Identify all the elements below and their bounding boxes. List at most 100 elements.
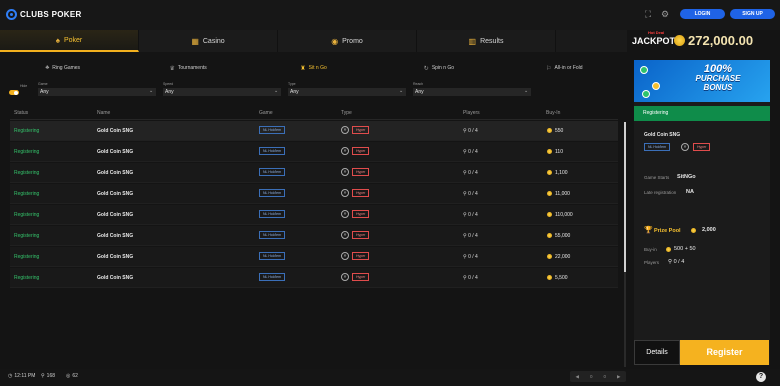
row-type-badge: Hyper xyxy=(352,231,370,239)
row-players-text: 0 / 4 xyxy=(468,212,478,218)
row-players-text: 0 / 4 xyxy=(468,275,478,281)
row-name: Gold Coin SNG xyxy=(97,149,134,155)
game-starts-value: SitNGo xyxy=(677,174,696,180)
tab-results[interactable]: ▥ Results xyxy=(417,30,556,52)
prize-pool-value: 2,000 xyxy=(702,227,716,233)
type-filter-label: Type xyxy=(288,82,296,86)
row-players: ⚲ 0 / 4 xyxy=(463,254,478,260)
table-icon: ◎ xyxy=(66,373,71,379)
clock-icon: ◷ xyxy=(8,373,13,379)
help-icon[interactable]: ? xyxy=(756,372,766,382)
table-row[interactable]: Registering Gold Coin SNG NL Hold'em » Hyper… xyxy=(10,142,618,162)
column-game[interactable]: Game xyxy=(259,110,273,116)
row-status: Registering xyxy=(14,128,40,134)
row-status: Registering xyxy=(14,212,40,218)
promo-icon: ◉ xyxy=(331,36,339,46)
game-type-nav: ♣ Ring Games ♛ Tournaments ♜ Sit n Go ↻ … xyxy=(0,60,627,76)
hyper-speed-icon: » xyxy=(341,189,349,197)
column-status[interactable]: Status xyxy=(14,110,28,116)
column-players[interactable]: Players xyxy=(463,110,480,116)
coin-icon xyxy=(547,149,552,154)
subtab-ring-games[interactable]: ♣ Ring Games xyxy=(0,60,125,76)
row-game-badge: NL Hold'em xyxy=(259,168,286,176)
row-status: Registering xyxy=(14,191,40,197)
trophy-icon: ♛ xyxy=(169,65,175,72)
next-page-icon[interactable]: ▶ xyxy=(617,374,620,380)
hyper-speed-icon: » xyxy=(341,252,349,260)
column-type[interactable]: Type xyxy=(341,110,352,116)
main-nav: ♠ Poker ▦ Casino ◉ Promo ▥ Results xyxy=(0,30,627,52)
late-registration-value: NA xyxy=(686,189,694,195)
login-button[interactable]: LOGIN xyxy=(680,9,725,19)
tables-status: ◎ 62 xyxy=(66,373,78,379)
type-filter-select[interactable]: Any xyxy=(288,88,406,96)
hyper-speed-icon: » xyxy=(681,143,689,151)
table-row[interactable]: Registering Gold Coin SNG NL Hold'em » Hyper… xyxy=(10,205,618,225)
table-row[interactable]: Registering Gold Coin SNG NL Hold'em » Hyper… xyxy=(10,268,618,288)
table-row[interactable]: Registering Gold Coin SNG NL Hold'em » Hyper… xyxy=(10,163,618,183)
tab-casino[interactable]: ▦ Casino xyxy=(139,30,278,52)
panel-status-bar: Registering xyxy=(634,106,770,121)
row-name: Gold Coin SNG xyxy=(97,254,134,260)
subtab-tournaments[interactable]: ♛ Tournaments xyxy=(125,60,250,76)
game-starts-label: Game Starts xyxy=(644,175,670,180)
signup-button[interactable]: SIGN UP xyxy=(730,9,775,19)
poker-icon: ♠ xyxy=(55,35,60,45)
coin-icon xyxy=(547,191,552,196)
purchase-bonus-banner[interactable]: 100% PURCHASE BONUS xyxy=(634,60,770,102)
chevron-down-icon: ⌄ xyxy=(399,88,404,94)
table-row[interactable]: Registering Gold Coin SNG NL Hold'em » Hyper… xyxy=(10,184,618,204)
row-buyin: 110 xyxy=(555,149,563,155)
table-scrollbar-thumb[interactable] xyxy=(624,122,626,272)
subtab-sit-n-go[interactable]: ♜ Sit n Go xyxy=(251,60,376,76)
speed-filter-select[interactable]: Any xyxy=(163,88,281,96)
subtab-all-in-or-fold[interactable]: ⚐ All-in or Fold xyxy=(502,60,627,76)
banner-text: 100% PURCHASE BONUS xyxy=(668,64,768,92)
row-players-text: 0 / 4 xyxy=(468,191,478,197)
table-row[interactable]: Registering Gold Coin SNG NL Hold'em » Hyper… xyxy=(10,247,618,267)
row-status: Registering xyxy=(14,275,40,281)
game-filter-select[interactable]: Any xyxy=(38,88,156,96)
column-buyin[interactable]: Buy-In xyxy=(546,110,560,116)
subtab-label: Tournaments xyxy=(177,65,207,71)
players-value: ⚲ 0 / 4 xyxy=(668,259,684,265)
reach-filter-select[interactable]: Any xyxy=(413,88,531,96)
chevron-down-icon: ⌄ xyxy=(149,88,154,94)
reach-filter-label: Reach xyxy=(413,82,424,86)
speed-filter-label: Speed xyxy=(163,82,174,86)
tab-promo[interactable]: ◉ Promo xyxy=(278,30,417,52)
clock-status: ◷ 12:11 PM xyxy=(8,373,35,379)
tournament-table: Status Name Game Type Players Buy-In Reg… xyxy=(10,106,618,292)
buyin-label: Buy-in xyxy=(644,247,657,252)
tab-poker[interactable]: ♠ Poker xyxy=(0,30,139,52)
row-players-text: 0 / 4 xyxy=(468,149,478,155)
prev-page-icon[interactable]: ◀ xyxy=(576,374,579,380)
column-name[interactable]: Name xyxy=(97,110,110,116)
fullscreen-icon[interactable]: ⛶ xyxy=(643,9,653,19)
row-status: Registering xyxy=(14,149,40,155)
coin-icon xyxy=(547,254,552,259)
settings-icon[interactable]: ⚙ xyxy=(660,9,670,19)
table-row[interactable]: Registering Gold Coin SNG NL Hold'em » Hyper… xyxy=(10,226,618,246)
results-icon: ▥ xyxy=(468,36,477,46)
tab-casino-label: Casino xyxy=(202,37,225,45)
row-game-badge: NL Hold'em xyxy=(259,231,286,239)
hide-toggle[interactable] xyxy=(9,90,19,95)
coin-icon xyxy=(547,128,552,133)
jackpot-label: JACKPOT xyxy=(632,36,676,46)
subtab-spin-n-go[interactable]: ↻ Spin n Go xyxy=(376,60,501,76)
row-type-badge: Hyper xyxy=(352,273,370,281)
row-buyin: 1,100 xyxy=(555,170,568,176)
table-row[interactable]: Registering Gold Coin SNG NL Hold'em » Hyper… xyxy=(10,121,618,141)
tab-poker-label: Poker xyxy=(63,36,83,44)
row-players: ⚲ 0 / 4 xyxy=(463,233,478,239)
row-players-text: 0 / 4 xyxy=(468,128,478,134)
hyper-speed-icon: » xyxy=(341,273,349,281)
clubs-poker-logo[interactable]: CLUBS POKER xyxy=(6,9,82,20)
details-button[interactable]: Details xyxy=(634,340,680,365)
coin-icon xyxy=(547,275,552,280)
coin-icon xyxy=(547,170,552,175)
register-button[interactable]: Register xyxy=(680,340,769,365)
spin-icon: ↻ xyxy=(423,65,429,72)
row-type-badge: Hyper xyxy=(352,210,370,218)
